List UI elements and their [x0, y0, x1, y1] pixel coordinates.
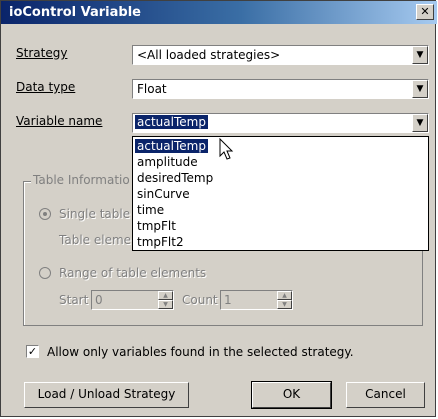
count-label: Count — [182, 293, 218, 307]
table-information-title: Table Informatio — [31, 173, 132, 187]
spin-down-icon[interactable]: ▼ — [277, 300, 292, 309]
start-spinner[interactable]: 0 ▲ ▼ — [91, 290, 174, 310]
chevron-down-icon: ▼ — [416, 84, 424, 94]
close-button[interactable]: ✕ — [416, 4, 434, 20]
start-value: 0 — [95, 293, 103, 307]
ok-button[interactable]: OK — [251, 381, 332, 409]
spin-down-icon[interactable]: ▼ — [158, 300, 173, 309]
allow-only-checkbox[interactable]: ✓ — [26, 345, 39, 358]
start-label: Start — [59, 293, 89, 307]
single-table-label: Single table — [59, 207, 131, 221]
data-type-label: Data type — [16, 80, 76, 94]
range-radio[interactable] — [39, 267, 51, 279]
count-value: 1 — [224, 293, 232, 307]
load-unload-strategy-button[interactable]: Load / Unload Strategy — [24, 382, 189, 408]
mouse-pointer-icon — [219, 138, 234, 160]
title-bar[interactable]: ioControl Variable ✕ — [1, 1, 437, 24]
strategy-label: Strategy — [16, 46, 68, 60]
data-type-dropdown-button[interactable]: ▼ — [412, 80, 428, 98]
single-table-radio[interactable] — [39, 208, 51, 220]
radio-dot-icon — [43, 212, 47, 216]
chevron-down-icon: ▼ — [416, 50, 424, 60]
window-title: ioControl Variable — [9, 5, 141, 20]
variable-name-dropdown-button[interactable]: ▼ — [412, 114, 428, 132]
cancel-button[interactable]: Cancel — [346, 382, 425, 408]
dropdown-item[interactable]: sinCurve — [135, 187, 192, 201]
count-spinner[interactable]: 1 ▲ ▼ — [220, 290, 293, 310]
dropdown-item[interactable]: time — [135, 203, 166, 217]
variable-name-dropdown-list: actualTemp amplitude desiredTemp sinCurv… — [132, 136, 429, 251]
strategy-value: <All loaded strategies> — [137, 48, 281, 62]
spin-up-icon[interactable]: ▲ — [158, 291, 173, 300]
dropdown-item[interactable]: actualTemp — [135, 139, 208, 153]
strategy-dropdown-button[interactable]: ▼ — [412, 46, 428, 64]
ioControl-variable-dialog: ioControl Variable ✕ Strategy <All loade… — [0, 0, 437, 417]
variable-name-combobox[interactable]: actualTemp ▼ — [132, 113, 429, 133]
range-label: Range of table elements — [59, 266, 207, 280]
dropdown-item[interactable]: tmpFlt — [135, 219, 178, 233]
data-type-combobox[interactable]: Float ▼ — [132, 79, 429, 99]
variable-name-value: actualTemp — [135, 115, 208, 129]
strategy-combobox[interactable]: <All loaded strategies> ▼ — [132, 45, 429, 65]
dropdown-item[interactable]: amplitude — [135, 155, 200, 169]
spin-up-icon[interactable]: ▲ — [277, 291, 292, 300]
close-icon: ✕ — [420, 5, 430, 18]
variable-name-label: Variable name — [16, 114, 103, 128]
dropdown-item[interactable]: tmpFlt2 — [135, 235, 186, 249]
checkmark-icon: ✓ — [27, 345, 38, 358]
dropdown-item[interactable]: desiredTemp — [135, 171, 215, 185]
allow-only-label: Allow only variables found in the select… — [47, 345, 354, 359]
table-element-label: Table eleme — [59, 233, 132, 247]
chevron-down-icon: ▼ — [416, 118, 424, 128]
data-type-value: Float — [137, 82, 167, 96]
